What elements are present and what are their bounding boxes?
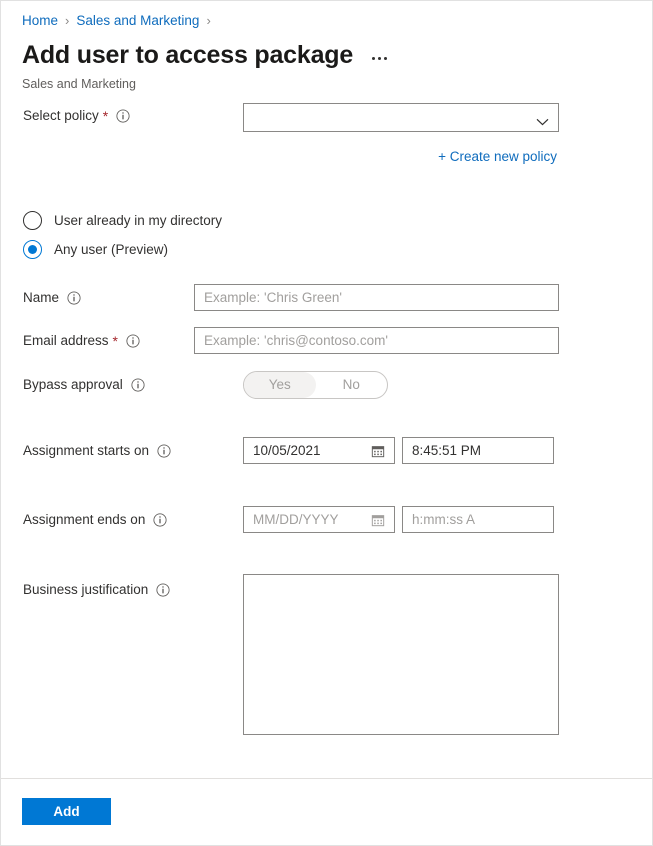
dot	[384, 56, 388, 60]
dot	[372, 56, 376, 60]
bypass-approval-label: Bypass approval	[23, 376, 145, 394]
info-icon[interactable]	[67, 291, 81, 305]
radio-mark-icon	[23, 211, 42, 230]
required-asterisk: *	[102, 108, 109, 124]
name-label: Name	[23, 289, 81, 307]
email-address-label: Email address *	[23, 332, 140, 350]
breadcrumb-item-sales-and-marketing[interactable]: Sales and Marketing	[76, 12, 199, 30]
business-justification-label: Business justification	[23, 581, 170, 599]
page-subtitle: Sales and Marketing	[22, 77, 136, 91]
assignment-starts-on-label: Assignment starts on	[23, 442, 171, 460]
assignment-starts-date-input[interactable]: 10/05/2021	[243, 437, 395, 464]
info-icon[interactable]	[153, 513, 167, 527]
radio-user-already-in-directory[interactable]: User already in my directory	[23, 211, 222, 230]
toggle-option-yes[interactable]: Yes	[244, 372, 316, 398]
assignment-ends-on-label: Assignment ends on	[23, 511, 167, 529]
info-icon[interactable]	[156, 583, 170, 597]
radio-label: User already in my directory	[54, 212, 223, 228]
create-new-policy-link[interactable]: + Create new policy	[438, 148, 557, 166]
add-button[interactable]: Add	[22, 798, 111, 825]
email-address-input[interactable]: Example: 'chris@contoso.com'	[194, 327, 559, 354]
radio-any-user-preview[interactable]: Any user (Preview)	[23, 240, 168, 259]
info-icon[interactable]	[126, 334, 140, 348]
name-input[interactable]: Example: 'Chris Green'	[194, 284, 559, 311]
add-user-blade: Home › Sales and Marketing › Add user to…	[0, 0, 653, 846]
assignment-ends-time-input[interactable]: h:mm:ss A	[402, 506, 554, 533]
bypass-approval-toggle[interactable]: Yes No	[243, 371, 388, 399]
assignment-ends-date-input[interactable]: MM/DD/YYYY	[243, 506, 395, 533]
breadcrumb-separator-icon: ›	[65, 13, 70, 28]
calendar-icon[interactable]	[371, 513, 385, 527]
footer-divider	[1, 778, 652, 779]
select-policy-dropdown[interactable]	[243, 103, 559, 132]
info-icon[interactable]	[116, 109, 130, 123]
name-placeholder: Example: 'Chris Green'	[204, 289, 342, 305]
assignment-ends-date-placeholder: MM/DD/YYYY	[253, 511, 339, 527]
select-policy-label: Select policy *	[23, 107, 130, 125]
assignment-starts-time-input[interactable]: 8:45:51 PM	[402, 437, 554, 464]
more-options-icon[interactable]	[368, 51, 391, 60]
business-justification-textarea[interactable]	[243, 574, 559, 735]
breadcrumb-separator-icon: ›	[206, 13, 211, 28]
breadcrumb-item-home[interactable]: Home	[22, 12, 58, 30]
assignment-starts-date-value: 10/05/2021	[253, 442, 321, 458]
assignment-starts-time-value: 8:45:51 PM	[412, 442, 482, 458]
chevron-down-icon	[536, 114, 549, 125]
breadcrumb: Home › Sales and Marketing ›	[22, 12, 218, 30]
dot	[378, 56, 382, 60]
radio-mark-icon	[23, 240, 42, 259]
page-title: Add user to access package	[22, 41, 354, 69]
assignment-ends-time-placeholder: h:mm:ss A	[412, 511, 476, 527]
title-row: Add user to access package	[22, 39, 391, 71]
info-icon[interactable]	[157, 444, 171, 458]
email-placeholder: Example: 'chris@contoso.com'	[204, 332, 388, 348]
calendar-icon[interactable]	[371, 444, 385, 458]
radio-label: Any user (Preview)	[54, 241, 169, 257]
toggle-option-no[interactable]: No	[316, 372, 388, 398]
info-icon[interactable]	[131, 378, 145, 392]
required-asterisk: *	[112, 333, 118, 349]
